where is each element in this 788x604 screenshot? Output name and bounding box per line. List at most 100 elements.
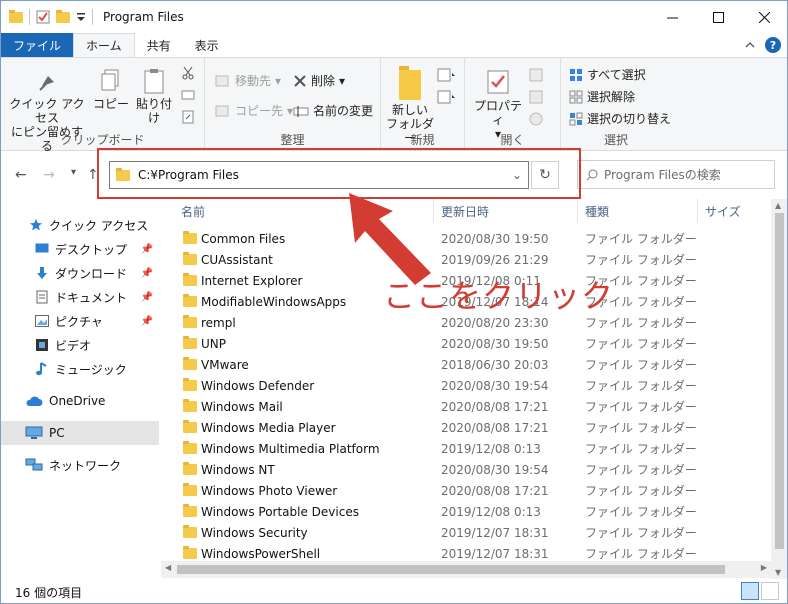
collapse-ribbon-icon[interactable] (745, 41, 755, 49)
sidebar-item-music[interactable]: ミュージック (1, 357, 159, 381)
file-name: Common Files (201, 231, 286, 246)
scroll-left-icon[interactable]: ◀ (165, 563, 171, 572)
maximize-button[interactable] (695, 1, 741, 33)
delete-button[interactable]: 削除 ▾ (293, 72, 345, 89)
cut-icon[interactable] (181, 66, 195, 80)
sidebar-item-documents[interactable]: ドキュメント 📌 (1, 285, 159, 309)
sidebar-item-label: PC (49, 426, 65, 440)
select-all-button[interactable]: すべて選択 (569, 66, 646, 83)
customize-dropdown-icon[interactable] (76, 10, 86, 24)
annotation-text: ここをクリック (383, 277, 615, 315)
pc-icon (25, 426, 43, 439)
history-icon[interactable] (529, 112, 549, 126)
move-to-label: 移動先 (235, 74, 272, 88)
paste-button[interactable]: 貼り付け (131, 68, 177, 125)
new-folder-icon (399, 66, 421, 100)
details-view-button[interactable] (741, 582, 759, 600)
sidebar-item-quick-access[interactable]: クイック アクセス (1, 213, 159, 237)
ribbon: クイック アクセス にピン留めする コピー 貼り付け クリップボード 移動先▾ (1, 57, 787, 153)
scroll-right-icon[interactable]: ▶ (761, 563, 767, 572)
search-icon (586, 169, 598, 180)
properties-check-icon[interactable] (36, 10, 50, 24)
select-none-button[interactable]: 選択解除 (569, 88, 635, 105)
quick-access-toolbar (9, 9, 93, 25)
copy-path-icon[interactable] (181, 88, 195, 102)
search-box[interactable]: Program Filesの検索 (577, 160, 775, 189)
chevron-down-icon: ▾ (275, 73, 282, 88)
sidebar-item-pictures[interactable]: ピクチャ 📌 (1, 309, 159, 333)
file-name: WindowsPowerShell (201, 546, 321, 561)
table-row[interactable]: Windows Photo Viewer 2020/08/08 17:21 ファイル… (177, 480, 717, 501)
tab-view[interactable]: 表示 (183, 33, 231, 57)
easy-access-icon[interactable] (437, 90, 457, 104)
forward-arrow-icon[interactable]: → (43, 167, 55, 183)
column-header-size[interactable]: サイズ (705, 199, 741, 223)
clipboard-group: クイック アクセス にピン留めする コピー 貼り付け クリップボード (1, 58, 205, 153)
close-button[interactable] (741, 1, 787, 33)
table-row[interactable]: UNP 2020/08/30 19:50 ファイル フォルダー (177, 333, 717, 354)
sidebar-item-label: クイック アクセス (49, 218, 149, 233)
sidebar-item-downloads[interactable]: ダウンロード 📌 (1, 261, 159, 285)
file-date: 2019/12/08 0:13 (441, 441, 541, 456)
pin-icon[interactable]: 📌 (141, 268, 153, 279)
column-header-type[interactable]: 種類 (585, 199, 609, 223)
back-arrow-icon[interactable]: ← (15, 167, 27, 183)
file-name: VMware (201, 357, 249, 372)
vertical-scrollbar[interactable]: ▲ ▼ (771, 199, 787, 579)
file-type: ファイル フォルダー (585, 526, 697, 540)
sidebar-item-pc[interactable]: PC (1, 421, 159, 445)
folder-icon (183, 378, 197, 391)
select-all-label: すべて選択 (587, 68, 646, 82)
tab-file[interactable]: ファイル (1, 33, 74, 57)
folder-icon (183, 315, 197, 328)
recent-locations-icon[interactable]: ▾ (71, 167, 76, 178)
new-folder-icon[interactable] (56, 9, 70, 23)
copy-to-button[interactable]: コピー先 ▾ (215, 102, 293, 119)
rename-label: 名前の変更 (313, 104, 374, 118)
horizontal-scrollbar[interactable]: ◀ ▶ (161, 561, 771, 578)
table-row[interactable]: Windows Media Player 2020/08/08 17:21 ファイル… (177, 417, 717, 438)
horizontal-scroll-thumb[interactable] (177, 565, 725, 574)
invert-selection-icon (569, 112, 583, 125)
table-row[interactable]: Windows Portable Devices 2019/12/08 0:13 フ… (177, 501, 717, 522)
copy-button[interactable]: コピー (93, 68, 129, 111)
ribbon-tabs: ファイル ホーム 共有 表示 ? (1, 33, 787, 57)
table-row[interactable]: Windows Multimedia Platform 2019/12/08 0:… (177, 438, 717, 459)
table-row[interactable]: Windows Mail 2020/08/08 17:21 ファイル フォルダー (177, 396, 717, 417)
move-to-button[interactable]: 移動先 ▾ (215, 72, 281, 89)
minimize-button[interactable] (649, 1, 695, 33)
scroll-up-icon[interactable]: ▲ (775, 201, 781, 210)
sidebar-item-videos[interactable]: ビデオ (1, 333, 159, 357)
column-header-name[interactable]: 名前 (181, 199, 205, 223)
sidebar-item-desktop[interactable]: デスクトップ 📌 (1, 237, 159, 261)
column-divider[interactable] (577, 199, 578, 223)
pin-icon[interactable]: 📌 (141, 244, 153, 255)
help-icon[interactable]: ? (765, 37, 781, 53)
folder-icon (183, 525, 197, 538)
pin-icon[interactable]: 📌 (141, 292, 153, 303)
sidebar-item-network[interactable]: ネットワーク (1, 453, 159, 477)
table-row[interactable]: Windows Defender 2020/08/30 19:54 ファイル フォル… (177, 375, 717, 396)
delete-icon (294, 74, 306, 87)
open-icon[interactable] (529, 68, 549, 82)
folder-icon (183, 252, 197, 265)
edit-icon[interactable] (529, 90, 549, 104)
new-item-icon[interactable] (437, 68, 457, 82)
invert-selection-button[interactable]: 選択の切り替え (569, 110, 671, 127)
paste-shortcut-icon[interactable] (181, 110, 195, 124)
sidebar-item-onedrive[interactable]: OneDrive (1, 389, 159, 413)
sidebar-item-label: ビデオ (55, 338, 92, 353)
rename-button[interactable]: 名前の変更 (293, 102, 373, 119)
large-icons-view-button[interactable] (761, 582, 779, 600)
scroll-down-icon[interactable]: ▼ (775, 568, 781, 577)
document-icon (36, 290, 48, 304)
table-row[interactable]: Windows Security 2019/12/07 18:31 ファイル フォル… (177, 522, 717, 543)
tab-share[interactable]: 共有 (135, 33, 183, 57)
table-row[interactable]: Windows NT 2020/08/30 19:54 ファイル フォルダー (177, 459, 717, 480)
table-row[interactable]: VMware 2018/06/30 20:03 ファイル フォルダー (177, 354, 717, 375)
select-none-icon (569, 90, 583, 103)
column-divider[interactable] (697, 199, 698, 223)
pin-icon[interactable]: 📌 (141, 316, 153, 327)
tab-home[interactable]: ホーム (73, 33, 135, 57)
vertical-scroll-thumb[interactable] (775, 213, 784, 549)
